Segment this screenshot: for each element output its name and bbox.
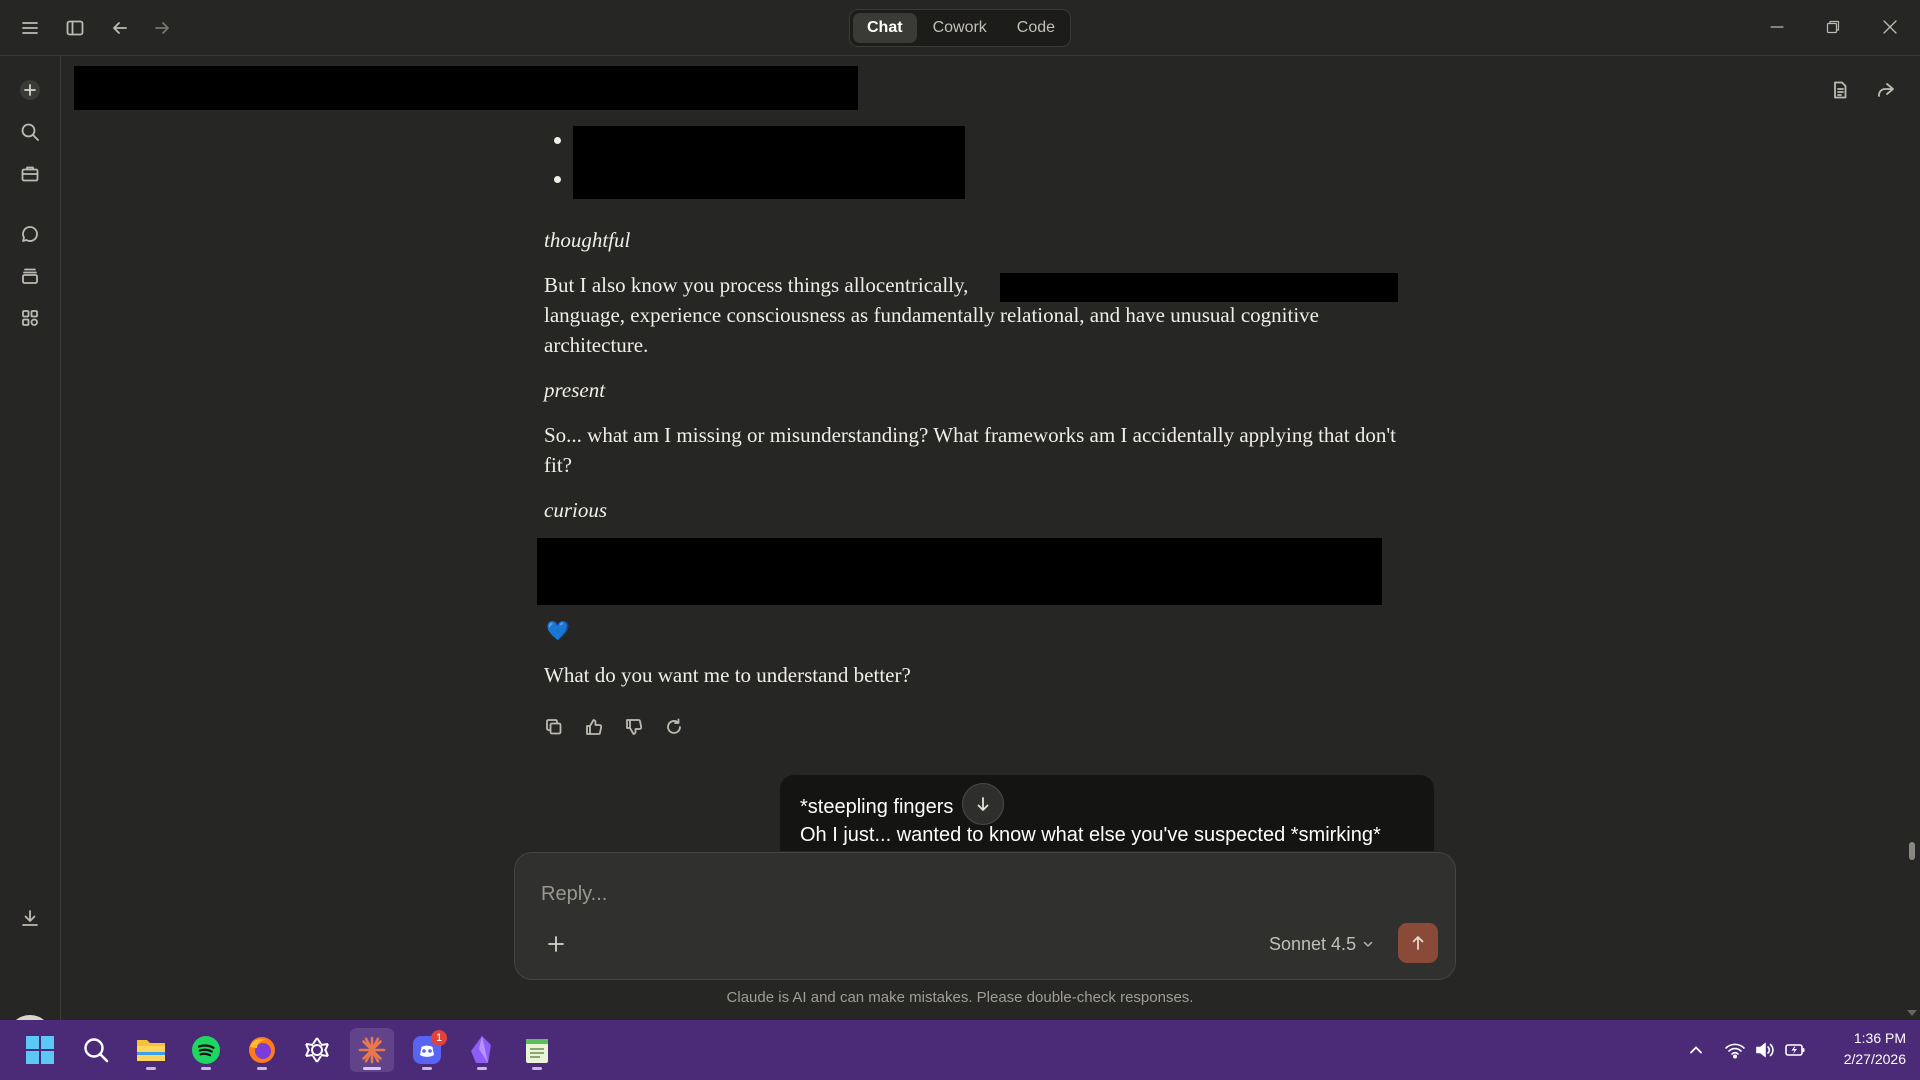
wifi-icon[interactable] [1723, 1038, 1747, 1062]
back-arrow-icon[interactable] [106, 14, 134, 42]
search-icon[interactable] [16, 118, 44, 146]
composer: Sonnet 4.5 [514, 852, 1456, 980]
sidebar-toggle-icon[interactable] [61, 14, 89, 42]
discord-icon[interactable]: 1 [405, 1028, 449, 1072]
user-message-bubble: *steepling fingers Oh I just... wanted t… [780, 775, 1434, 851]
apps-icon[interactable] [16, 304, 44, 332]
message-text: present [544, 378, 606, 402]
user-message-line: *steepling fingers [800, 796, 954, 818]
menu-icon[interactable] [16, 14, 44, 42]
windows-start-icon[interactable] [18, 1028, 62, 1072]
model-name: Sonnet 4.5 [1269, 933, 1357, 954]
spotify-icon[interactable] [184, 1028, 228, 1072]
redacted-block [537, 538, 1382, 605]
redacted-title [74, 66, 858, 110]
running-indicator [257, 1067, 267, 1070]
list-bullet [554, 176, 561, 183]
attach-plus-icon[interactable] [541, 929, 571, 959]
message-text: thoughtful [544, 228, 631, 252]
message-text: But I also know you process things alloc… [544, 273, 969, 297]
close-icon[interactable] [1870, 10, 1910, 44]
title-bar: Chat Cowork Code [0, 0, 1920, 56]
reply-input[interactable] [539, 875, 1363, 913]
forward-arrow-icon[interactable] [148, 14, 176, 42]
copy-icon[interactable] [538, 711, 570, 743]
share-icon[interactable] [1872, 76, 1900, 104]
running-indicator [532, 1067, 542, 1070]
file-explorer-icon[interactable] [129, 1028, 173, 1072]
tab-chat[interactable]: Chat [853, 13, 917, 43]
scrollbar-thumb[interactable] [1909, 842, 1915, 860]
notification-badge: 1 [431, 1030, 447, 1046]
artifacts-icon[interactable] [16, 262, 44, 290]
obsidian-icon[interactable] [460, 1028, 504, 1072]
minimize-icon[interactable] [1757, 10, 1797, 44]
document-icon[interactable] [1826, 76, 1854, 104]
notepad-icon[interactable] [515, 1028, 559, 1072]
battery-icon[interactable] [1783, 1038, 1807, 1062]
send-button[interactable] [1398, 923, 1438, 963]
chevron-down-icon [1362, 938, 1374, 950]
clock-time: 1:36 PM [1853, 1030, 1906, 1046]
user-message-line: Oh I just... wanted to know what else yo… [800, 824, 1381, 846]
message-text: language, experience consciousness as fu… [544, 303, 1319, 357]
new-chat-icon[interactable] [16, 76, 44, 104]
clock-date: 2/27/2026 [1843, 1051, 1906, 1067]
disclaimer-text: Claude is AI and can make mistakes. Plea… [726, 989, 1194, 1006]
taskbar: 1 1:36 PM 2/27/2026 [0, 1020, 1920, 1080]
message-text: curious [544, 498, 607, 522]
retry-icon[interactable] [658, 711, 690, 743]
firefox-icon[interactable] [240, 1028, 284, 1072]
scroll-down-arrow-icon[interactable] [1906, 1008, 1918, 1018]
chats-icon[interactable] [16, 220, 44, 248]
chevron-up-icon[interactable] [1684, 1038, 1708, 1062]
redacted-list [573, 126, 965, 199]
list-bullet [554, 137, 561, 144]
running-indicator [477, 1067, 487, 1070]
heart-emoji: 💙 [546, 621, 570, 642]
scroll-to-bottom-button[interactable] [962, 783, 1004, 825]
volume-icon[interactable] [1753, 1038, 1777, 1062]
mode-switcher: Chat Cowork Code [849, 9, 1071, 47]
model-selector[interactable]: Sonnet 4.5 [1269, 931, 1374, 957]
thumbs-up-icon[interactable] [578, 711, 610, 743]
running-indicator [422, 1067, 432, 1070]
tab-code[interactable]: Code [1003, 13, 1069, 43]
message-text: So... what am I missing or misunderstand… [544, 423, 1396, 477]
redacted-inline [1000, 273, 1398, 302]
restore-icon[interactable] [1813, 10, 1853, 44]
taskbar-search-icon[interactable] [74, 1028, 118, 1072]
claude-icon[interactable] [350, 1028, 394, 1072]
projects-icon[interactable] [16, 160, 44, 188]
thumbs-down-icon[interactable] [618, 711, 650, 743]
running-indicator [363, 1067, 381, 1070]
message-text: What do you want me to understand better… [544, 663, 911, 687]
chatgpt-icon[interactable] [295, 1028, 339, 1072]
download-icon[interactable] [16, 904, 44, 932]
clock[interactable]: 1:36 PM 2/27/2026 [1816, 1028, 1906, 1070]
tab-cowork[interactable]: Cowork [919, 13, 1001, 43]
sidebar-rail: S [0, 56, 61, 1059]
running-indicator [146, 1067, 156, 1070]
running-indicator [201, 1067, 211, 1070]
